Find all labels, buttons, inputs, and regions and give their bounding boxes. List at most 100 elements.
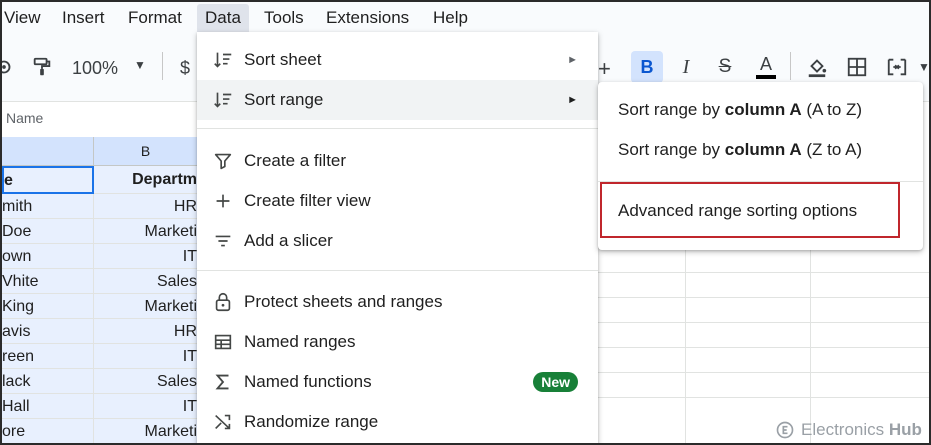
grid-line [598, 347, 929, 348]
menu-item-add-slicer[interactable]: Add a slicer [197, 221, 598, 261]
grid-line [598, 272, 929, 273]
currency-format-button[interactable]: $ [180, 58, 190, 79]
table-icon [211, 330, 235, 354]
menu-data[interactable]: Data [197, 4, 249, 32]
submenu-item-sort-a-to-z[interactable]: Sort range by column A (A to Z) [598, 90, 923, 130]
strikethrough-button[interactable]: S [709, 51, 741, 83]
menu-insert[interactable]: Insert [62, 7, 105, 29]
font-size-increase-button[interactable]: + [598, 56, 611, 82]
grid-line [598, 397, 929, 398]
submenu-item-column: column A [724, 100, 802, 119]
column-header-b[interactable]: B [94, 137, 198, 166]
sort-icon [211, 48, 235, 72]
cell-b[interactable]: HR [94, 319, 198, 344]
menu-item-sort-range[interactable]: Sort range ► [197, 80, 598, 120]
cell-a[interactable]: avis [2, 319, 94, 344]
submenu-item-suffix: (A to Z) [801, 100, 863, 119]
name-box[interactable]: Name [6, 110, 43, 126]
menu-help[interactable]: Help [433, 7, 468, 29]
menu-item-label: Named functions [244, 372, 372, 391]
menu-item-label: Named ranges [244, 332, 356, 351]
plus-icon [211, 189, 235, 213]
menu-item-randomize-range[interactable]: Randomize range [197, 402, 598, 442]
menu-item-create-filter-view[interactable]: Create filter view [197, 181, 598, 221]
grid-line [598, 322, 929, 323]
bold-label: B [640, 56, 654, 77]
menu-item-label: Add a slicer [244, 231, 333, 250]
paint-format-icon[interactable] [26, 51, 58, 83]
text-color-button[interactable]: A [750, 51, 782, 83]
menu-item-named-functions[interactable]: Named functions New [197, 362, 598, 402]
cell-a[interactable]: Doe [2, 219, 94, 244]
watermark: Electronics Hub [775, 420, 922, 440]
menu-divider [197, 270, 598, 271]
menu-extensions[interactable]: Extensions [326, 7, 409, 29]
cell-a[interactable]: reen [2, 344, 94, 369]
bold-button[interactable]: B [631, 51, 663, 83]
data-menu: Sort sheet ► Sort range ► Create a filte… [197, 32, 598, 443]
submenu-item-sort-z-to-a[interactable]: Sort range by column A (Z to A) [598, 130, 923, 170]
cell-b[interactable]: HR [94, 194, 198, 219]
sigma-icon [211, 370, 235, 394]
menu-format[interactable]: Format [128, 7, 182, 29]
cell-b[interactable]: IT [94, 244, 198, 269]
cell-b[interactable]: IT [94, 394, 198, 419]
slicer-icon [211, 229, 235, 253]
menu-item-label: Protect sheets and ranges [244, 292, 443, 311]
print-icon[interactable] [2, 51, 20, 83]
submenu-item-prefix: Sort range by [618, 100, 725, 119]
menu-item-protect-sheets[interactable]: Protect sheets and ranges [197, 282, 598, 322]
submenu-item-suffix: (Z to A) [801, 140, 863, 159]
watermark-brand: Electronics [801, 420, 885, 439]
menu-item-label: Sort sheet [244, 50, 322, 69]
menu-bar: View Insert Format Data Tools Extensions… [2, 2, 929, 34]
cell-a[interactable]: Hall [2, 394, 94, 419]
merge-cells-icon[interactable] [881, 51, 913, 83]
menu-item-label: Create filter view [244, 191, 371, 210]
cell-b[interactable]: Marketi [94, 294, 198, 319]
toolbar-divider [162, 52, 163, 80]
cell-a-header[interactable]: e [2, 166, 94, 194]
zoom-select[interactable]: 100% [72, 58, 118, 79]
cell-a[interactable]: ore [2, 419, 94, 443]
submenu-item-column: column A [724, 140, 802, 159]
text-color-swatch [756, 75, 776, 79]
menu-view[interactable]: View [4, 7, 41, 29]
highlight-annotation-box [600, 182, 900, 238]
merge-chevron-down-icon[interactable]: ▼ [918, 60, 929, 74]
menu-item-sort-sheet[interactable]: Sort sheet ► [197, 40, 598, 80]
cell-b-header[interactable]: Departm [94, 166, 198, 194]
cell-b[interactable]: Marketi [94, 219, 198, 244]
cell-a[interactable]: lack [2, 369, 94, 394]
filter-icon [211, 149, 235, 173]
menu-item-create-filter[interactable]: Create a filter [197, 141, 598, 181]
column-header-a[interactable] [2, 137, 94, 166]
menu-item-label: Randomize range [244, 412, 379, 431]
cell-a[interactable]: Vhite [2, 269, 94, 294]
grid-line [598, 297, 929, 298]
watermark-brand-bold: Hub [888, 420, 922, 439]
menu-tools[interactable]: Tools [264, 7, 304, 29]
strikethrough-label: S [718, 56, 732, 77]
fill-color-icon[interactable] [801, 51, 833, 83]
menu-item-label: Create a filter [244, 151, 347, 170]
zoom-chevron-down-icon[interactable]: ▼ [134, 58, 146, 72]
electronics-hub-logo-icon [776, 421, 794, 439]
sort-icon [211, 88, 235, 112]
cell-b[interactable]: Sales [94, 269, 198, 294]
cell-b[interactable]: Marketi [94, 419, 198, 443]
submenu-arrow-icon: ► [567, 94, 578, 106]
cell-b[interactable]: Sales [94, 369, 198, 394]
menu-divider [197, 128, 598, 129]
new-badge: New [533, 372, 578, 392]
italic-button[interactable]: I [670, 51, 702, 83]
cell-b[interactable]: IT [94, 344, 198, 369]
cell-a[interactable]: King [2, 294, 94, 319]
borders-icon[interactable] [841, 51, 873, 83]
cell-a[interactable]: own [2, 244, 94, 269]
menu-item-named-ranges[interactable]: Named ranges [197, 322, 598, 362]
text-color-label: A [759, 54, 772, 74]
app-window: View Insert Format Data Tools Extensions… [0, 0, 931, 445]
menu-item-label: Sort range [244, 90, 324, 109]
cell-a[interactable]: mith [2, 194, 94, 219]
